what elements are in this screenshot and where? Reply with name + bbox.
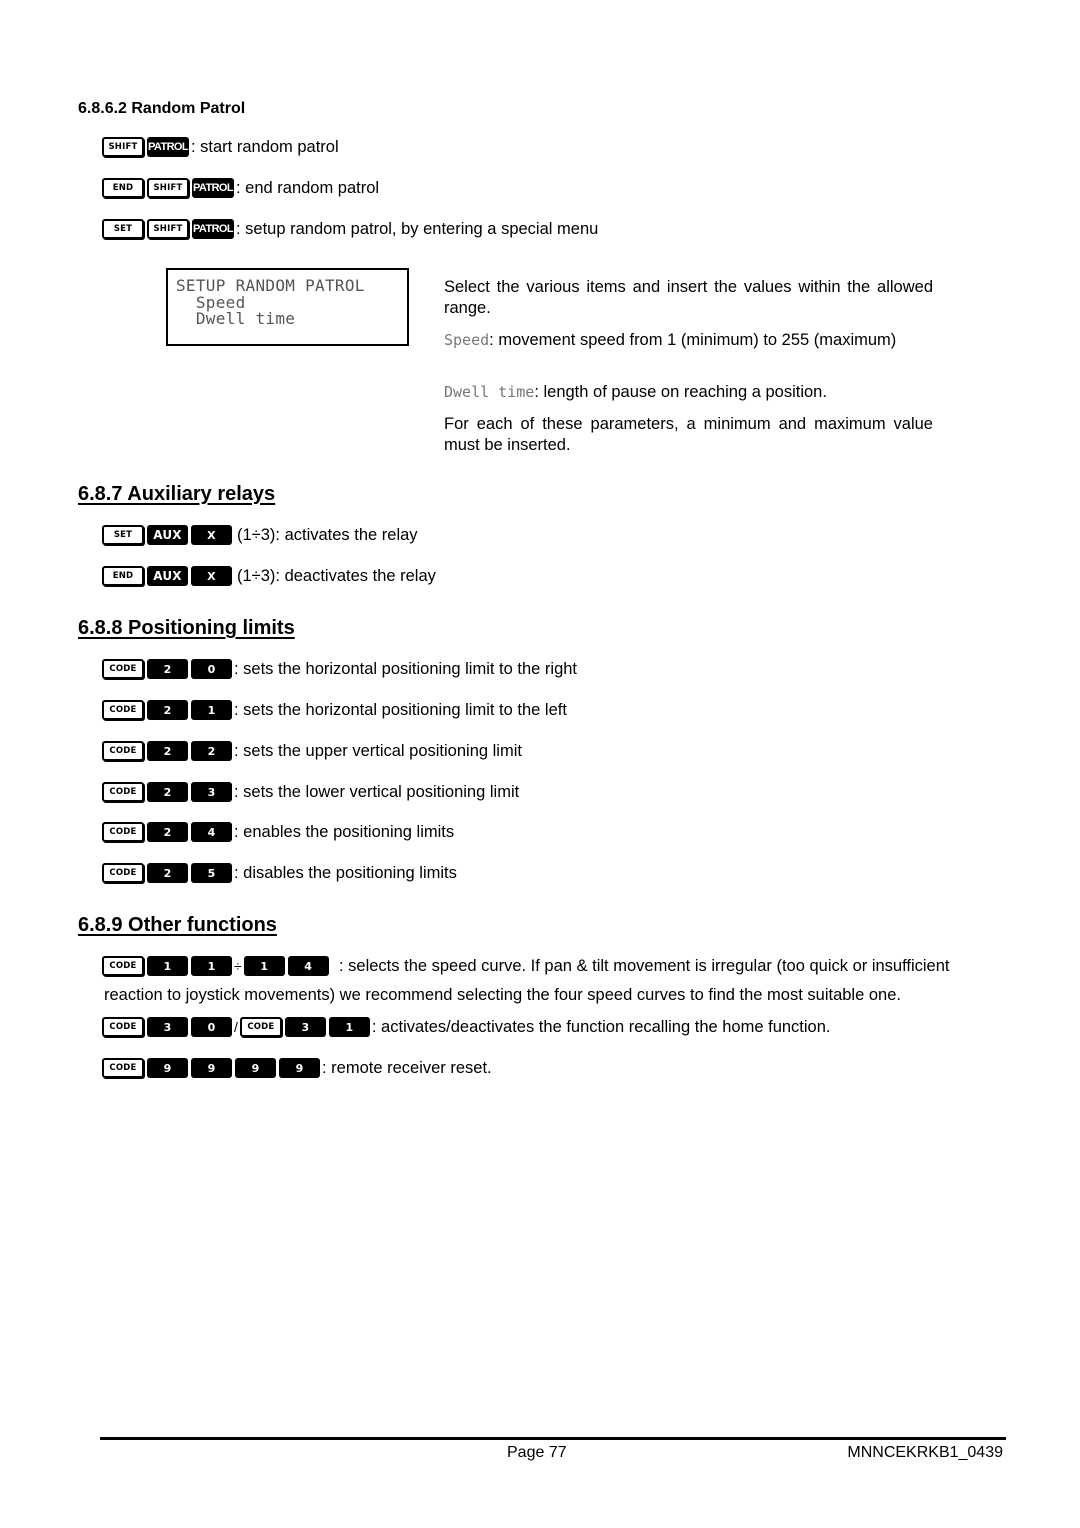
key-patrol: PATROL — [192, 219, 234, 239]
page-number: Page 77 — [507, 1444, 567, 1461]
key-digit: 2 — [147, 822, 188, 842]
lcd-line-dwell: Dwell time — [176, 309, 296, 328]
key-digit: 1 — [328, 1017, 370, 1037]
key-x: X — [191, 566, 232, 586]
key-code: CODE — [102, 782, 144, 802]
command-description: : enables the positioning limits — [234, 822, 455, 841]
paragraph-min-max: For each of these parameters, a minimum … — [444, 415, 933, 454]
key-digit: 9 — [191, 1058, 232, 1078]
paragraph-select-items: Select the various items and insert the … — [444, 278, 933, 317]
footer-rule — [100, 1437, 1006, 1440]
key-digit: 2 — [147, 700, 188, 720]
key-digit: 4 — [191, 822, 232, 842]
section-heading-random-patrol: 6.8.6.2 Random Patrol — [78, 100, 246, 117]
key-digit: 2 — [147, 782, 188, 802]
key-digit: 9 — [235, 1058, 276, 1078]
key-code: CODE — [102, 659, 144, 679]
key-digit: 5 — [191, 863, 232, 883]
alternative-separator: / — [234, 1019, 238, 1035]
lcd-display: SETUP RANDOM PATROL Speed Dwell time — [166, 268, 409, 346]
command-description: : sets the horizontal positioning limit … — [234, 700, 567, 719]
key-code: CODE — [102, 1058, 144, 1078]
key-digit: 9 — [147, 1058, 188, 1078]
command-row: CODE 2 3 : sets the lower vertical posit… — [102, 782, 519, 802]
key-end: END — [102, 566, 144, 586]
speed-description: : movement speed from 1 (minimum) to 255… — [489, 331, 897, 349]
key-digit: 0 — [191, 659, 232, 679]
command-description: : sets the horizontal positioning limit … — [234, 659, 578, 678]
key-shift: SHIFT — [147, 219, 189, 239]
command-row: SET AUX X (1÷3): activates the relay — [102, 525, 418, 545]
section-heading-auxiliary-relays: 6.8.7 Auxiliary relays — [78, 483, 276, 505]
command-description: (1÷3): deactivates the relay — [237, 566, 436, 585]
key-end: END — [102, 178, 144, 198]
command-row: SET SHIFT PATROL : setup random patrol, … — [102, 219, 598, 239]
key-digit: 2 — [147, 659, 188, 679]
key-set: SET — [102, 525, 144, 545]
dwell-description: : length of pause on reaching a position… — [534, 383, 827, 401]
command-row: END AUX X (1÷3): deactivates the relay — [102, 566, 436, 586]
key-patrol: PATROL — [147, 137, 189, 157]
command-row: CODE 2 0 : sets the horizontal positioni… — [102, 659, 577, 679]
lcd-term-dwell: Dwell time — [444, 383, 535, 401]
command-row: CODE 2 4 : enables the positioning limit… — [102, 822, 454, 842]
paragraph-speed: Speed: movement speed from 1 (minimum) t… — [444, 330, 933, 351]
key-x: X — [191, 525, 232, 545]
command-description: : disables the positioning limits — [234, 863, 457, 882]
command-row-reset: CODE 9 9 9 9 : remote receiver reset. — [102, 1058, 492, 1078]
key-shift: SHIFT — [102, 137, 144, 157]
key-shift: SHIFT — [147, 178, 189, 198]
key-aux: AUX — [147, 566, 188, 586]
key-digit: 3 — [191, 782, 232, 802]
command-row: CODE 2 2 : sets the upper vertical posit… — [102, 741, 522, 761]
command-description: : activates/deactivates the function rec… — [371, 1017, 831, 1036]
command-description: (1÷3): activates the relay — [237, 525, 418, 544]
key-digit: 0 — [191, 1017, 232, 1037]
section-heading-other-functions: 6.8.9 Other functions — [78, 914, 277, 936]
command-row: CODE 2 1 : sets the horizontal positioni… — [102, 700, 567, 720]
command-description: : start random patrol — [191, 137, 339, 156]
key-digit: 1 — [191, 700, 232, 720]
speed-curve-description: : selects the speed curve. If pan & tilt… — [104, 957, 950, 1004]
key-set: SET — [102, 219, 144, 239]
key-digit: 9 — [279, 1058, 320, 1078]
command-description: : sets the lower vertical positioning li… — [234, 782, 520, 801]
key-digit: 2 — [191, 741, 232, 761]
paragraph-dwell: Dwell time: length of pause on reaching … — [444, 382, 933, 403]
key-patrol: PATROL — [192, 178, 234, 198]
command-description: : setup random patrol, by entering a spe… — [236, 219, 599, 238]
key-code: CODE — [102, 741, 144, 761]
command-description: : sets the upper vertical positioning li… — [234, 741, 522, 760]
key-digit: 2 — [147, 863, 188, 883]
document-code: MNNCEKRKB1_0439 — [847, 1444, 1003, 1461]
section-heading-positioning-limits: 6.8.8 Positioning limits — [78, 617, 295, 639]
command-row-home: CODE 3 0 / CODE 3 1 : activates/deactiva… — [102, 1017, 831, 1037]
command-row: CODE 2 5 : disables the positioning limi… — [102, 863, 457, 883]
key-digit: 2 — [147, 741, 188, 761]
key-code: CODE — [102, 700, 144, 720]
key-code: CODE — [239, 1017, 282, 1037]
key-code: CODE — [102, 1017, 144, 1037]
key-digit: 3 — [147, 1017, 188, 1037]
command-description: : end random patrol — [236, 178, 380, 197]
command-description: : remote receiver reset. — [322, 1058, 492, 1077]
key-digit: 3 — [284, 1017, 326, 1037]
key-aux: AUX — [147, 525, 188, 545]
key-code: CODE — [102, 863, 144, 883]
command-row: SHIFT PATROL : start random patrol — [102, 137, 339, 157]
command-row: END SHIFT PATROL : end random patrol — [102, 178, 379, 198]
key-code: CODE — [102, 822, 144, 842]
lcd-term-speed: Speed — [444, 331, 490, 349]
